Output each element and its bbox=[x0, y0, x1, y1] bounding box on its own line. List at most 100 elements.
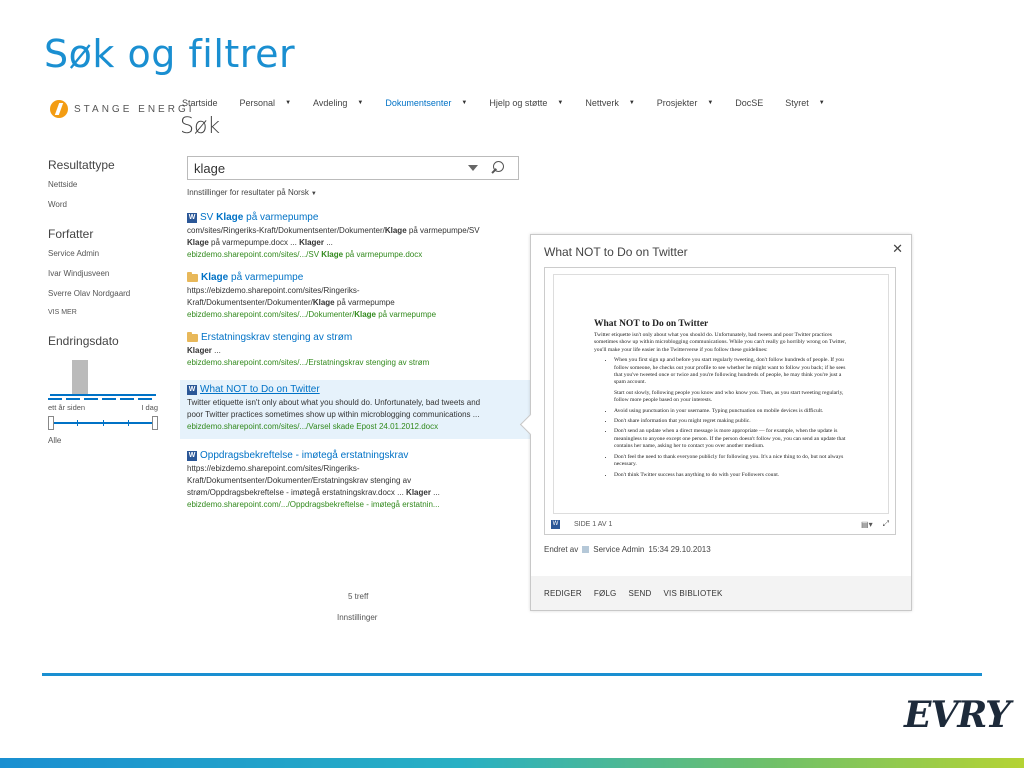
slide-title: Søk og filtrer bbox=[44, 32, 296, 76]
nav-item[interactable]: Personal ▼ bbox=[240, 98, 291, 108]
range-handle-left[interactable] bbox=[48, 416, 54, 430]
fullscreen-icon[interactable]: ⤢ bbox=[883, 519, 889, 529]
title-segment: på varmepumpe bbox=[243, 212, 319, 223]
close-icon[interactable]: ✕ bbox=[892, 241, 903, 257]
preferences-label: Innstillinger for resultater på Norsk bbox=[187, 188, 309, 197]
nav-item[interactable]: Hjelp og støtte ▼ bbox=[489, 98, 563, 108]
view-library-action[interactable]: VIS BIBLIOTEK bbox=[663, 589, 722, 598]
chevron-down-icon[interactable]: ▼ bbox=[461, 100, 467, 106]
modified-by: Endret av Service Admin 15:34 29.10.2013 bbox=[544, 545, 711, 554]
doc-bullet: Don't think Twitter success has anything… bbox=[614, 472, 848, 479]
chevron-down-icon[interactable]: ▼ bbox=[819, 100, 825, 106]
folder-icon bbox=[187, 331, 198, 342]
result-snippet: https://ebizdemo.sharepoint.com/sites/Ri… bbox=[187, 463, 523, 475]
language-preferences[interactable]: Innstillinger for resultater på Norsk ▼ bbox=[187, 188, 317, 197]
result-count: 5 treff bbox=[348, 592, 369, 601]
result-item[interactable]: W What NOT to Do on Twitter Twitter etique… bbox=[180, 380, 530, 439]
result-item[interactable]: Erstatningskrav stenging av strøm Klager … bbox=[180, 331, 530, 380]
modified-person[interactable]: Service Admin bbox=[593, 545, 644, 554]
word-doc-icon: W bbox=[187, 384, 197, 395]
nav-item-label: Nettverk bbox=[585, 98, 619, 108]
result-title-link[interactable]: W What NOT to Do on Twitter bbox=[187, 384, 523, 395]
result-title-link[interactable]: Erstatningskrav stenging av strøm bbox=[187, 331, 523, 343]
text-segment: ... bbox=[323, 238, 333, 247]
search-results: W SV Klage på varmepumpe com/sites/Ringeri… bbox=[180, 212, 530, 522]
result-item[interactable]: Klage på varmepumpe https://ebizdemo.shar… bbox=[180, 271, 530, 332]
refiner-item-word[interactable]: Word bbox=[48, 200, 158, 209]
highlighted-term: Klage bbox=[384, 226, 407, 235]
range-handle-right[interactable] bbox=[152, 416, 158, 430]
result-title-link[interactable]: Klage på varmepumpe bbox=[187, 271, 523, 283]
result-item[interactable]: W Oppdragsbekreftelse - imøtegå erstatnin… bbox=[180, 450, 530, 522]
nav-item[interactable]: Prosjekter ▼ bbox=[657, 98, 713, 108]
refiner-item-author[interactable]: Ivar Windjusveen bbox=[48, 269, 158, 278]
follow-action[interactable]: FØLG bbox=[594, 589, 617, 598]
doc-sub-paragraph: Start out slowly, following people you k… bbox=[614, 389, 844, 404]
text-segment: strøm/Oppdragsbekreftelse - imøtegå erst… bbox=[187, 488, 407, 497]
refiner-item-author[interactable]: Service Admin bbox=[48, 249, 158, 258]
chevron-down-icon: ▼ bbox=[310, 191, 317, 197]
nav-item[interactable]: Styret ▼ bbox=[785, 98, 824, 108]
nav-item-label: Avdeling bbox=[313, 98, 348, 108]
result-snippet: Klager ... bbox=[187, 345, 523, 357]
result-title: Klage på varmepumpe bbox=[201, 272, 303, 283]
result-title: What NOT to Do on Twitter bbox=[200, 384, 320, 395]
document-page: What NOT to Do on Twitter Twitter etique… bbox=[553, 274, 889, 514]
scope-dropdown-icon[interactable] bbox=[468, 165, 478, 171]
show-more-link[interactable]: VIS MER bbox=[48, 309, 158, 316]
result-url[interactable]: ebizdemo.sharepoint.com/sites/.../Dokume… bbox=[187, 309, 523, 321]
doc-heading: What NOT to Do on Twitter bbox=[594, 319, 709, 329]
result-item[interactable]: W SV Klage på varmepumpe com/sites/Ringeri… bbox=[180, 212, 530, 272]
result-url[interactable]: ebizdemo.sharepoint.com/sites/.../SV Kla… bbox=[187, 249, 523, 261]
hover-panel: What NOT to Do on Twitter ✕ What NOT to … bbox=[530, 234, 912, 611]
chevron-down-icon[interactable]: ▼ bbox=[557, 100, 563, 106]
result-title-link[interactable]: W Oppdragsbekreftelse - imøtegå erstatnin… bbox=[187, 450, 523, 461]
divider bbox=[42, 673, 982, 676]
highlighted-term: Klage bbox=[321, 250, 344, 259]
search-box bbox=[187, 156, 519, 180]
refinement-panel: Resultattype Nettside Word Forfatter Ser… bbox=[48, 158, 158, 456]
search-input[interactable] bbox=[188, 160, 468, 176]
result-url[interactable]: ebizdemo.sharepoint.com/sites/.../Varsel… bbox=[187, 421, 523, 433]
doc-bullet: When you first sign up and before you st… bbox=[614, 357, 848, 387]
brand-logo: EVRY bbox=[904, 694, 1011, 736]
refiner-title-result-type: Resultattype bbox=[48, 158, 115, 172]
highlighted-term: Klage bbox=[354, 310, 376, 319]
nav-item[interactable]: Avdeling ▼ bbox=[313, 98, 363, 108]
result-url[interactable]: ebizdemo.sharepoint.com/sites/.../Erstat… bbox=[187, 357, 523, 369]
send-action[interactable]: SEND bbox=[628, 589, 651, 598]
text-segment: ebizdemo.sharepoint.com/.../Oppdragsbekr… bbox=[187, 500, 440, 509]
sharepoint-search-screenshot: STANGE ENERGI Startside Personal ▼ Avdeling… bbox=[42, 88, 982, 648]
chevron-down-icon[interactable]: ▼ bbox=[629, 100, 635, 106]
footer-gradient-band bbox=[0, 758, 1024, 768]
nav-item[interactable]: Nettverk ▼ bbox=[585, 98, 634, 108]
nav-item[interactable]: Dokumentsenter ▼ bbox=[385, 98, 467, 108]
nav-item[interactable]: Startside bbox=[182, 98, 218, 108]
highlighted-term: Klager bbox=[299, 238, 324, 247]
chevron-down-icon[interactable]: ▼ bbox=[707, 100, 713, 106]
highlighted-term: Klager bbox=[187, 346, 212, 355]
nav-item-label: Styret bbox=[785, 98, 809, 108]
settings-link[interactable]: Innstillinger bbox=[337, 613, 377, 622]
refiner-item-nettside[interactable]: Nettside bbox=[48, 180, 158, 189]
search-icon[interactable] bbox=[488, 159, 506, 177]
refiner-title-modified: Endringsdato bbox=[48, 334, 119, 348]
page-indicator: SIDE 1 AV 1 bbox=[574, 520, 613, 528]
chevron-down-icon[interactable]: ▼ bbox=[285, 100, 291, 106]
text-segment: på varmepumpe bbox=[334, 298, 395, 307]
date-range-slider[interactable] bbox=[48, 416, 158, 430]
nav-item-label: DocSE bbox=[735, 98, 764, 108]
refiner-item-author[interactable]: Sverre Olav Nordgaard bbox=[48, 289, 158, 298]
result-title-link[interactable]: W SV Klage på varmepumpe bbox=[187, 212, 523, 223]
date-histogram bbox=[48, 356, 158, 396]
highlighted-term: Klage bbox=[201, 272, 229, 283]
result-snippet: com/sites/Ringeriks-Kraft/Dokumentsenter… bbox=[187, 225, 523, 237]
site-logo[interactable]: STANGE ENERGI bbox=[50, 100, 195, 118]
chevron-down-icon[interactable]: ▼ bbox=[357, 100, 363, 106]
view-options-icon[interactable]: ▤▾ bbox=[861, 520, 873, 529]
refiner-title-author: Forfatter bbox=[48, 227, 94, 241]
edit-action[interactable]: REDIGER bbox=[544, 589, 582, 598]
result-url[interactable]: ebizdemo.sharepoint.com/.../Oppdragsbekr… bbox=[187, 499, 523, 511]
nav-item[interactable]: DocSE bbox=[735, 98, 763, 108]
document-preview[interactable]: What NOT to Do on Twitter Twitter etique… bbox=[544, 267, 896, 535]
